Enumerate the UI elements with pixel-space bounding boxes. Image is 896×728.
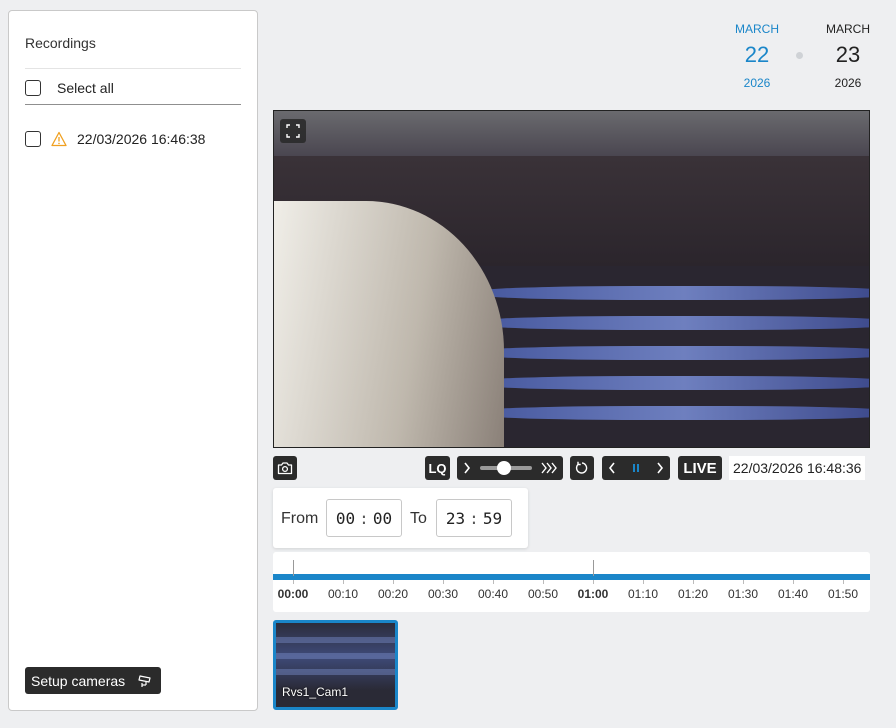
divider: [25, 104, 241, 105]
playback-nav: [602, 456, 670, 480]
divider: [25, 68, 241, 69]
thumbnail-image: [276, 637, 395, 643]
reload-button[interactable]: [570, 456, 594, 480]
from-time-input[interactable]: 00:00: [326, 499, 402, 537]
timeline-label: 01:50: [827, 587, 859, 601]
video-frame-region: [274, 111, 869, 156]
timeline-tick: [343, 580, 344, 584]
speed-control[interactable]: [457, 456, 563, 480]
date-month: MARCH: [826, 22, 870, 36]
setup-cameras-label: Setup cameras: [31, 672, 126, 689]
select-all-checkbox[interactable]: [25, 80, 41, 96]
timeline-tick: [843, 580, 844, 584]
thumbnail-image: [276, 669, 395, 675]
date-year: 2026: [834, 76, 862, 90]
fast-forward-icon: [541, 462, 557, 474]
timeline-recording-bar[interactable]: [273, 574, 870, 580]
timeline-label: 00:00: [277, 587, 309, 601]
timeline-tick: [393, 580, 394, 584]
date-day: 23: [835, 42, 861, 67]
current-timestamp: 22/03/2026 16:48:36: [729, 456, 866, 480]
recording-item[interactable]: 22/03/2026 16:46:38: [25, 129, 205, 149]
select-all-label: Select all: [57, 80, 114, 96]
date-option-selected[interactable]: MARCH 22 2026: [727, 22, 787, 90]
timeline-label: 01:20: [677, 587, 709, 601]
timeline-label: 00:20: [377, 587, 409, 601]
chevron-right-icon: [464, 462, 471, 474]
timeline-hour-marker: [293, 560, 294, 576]
camera-name: Rvs1_Cam1: [282, 685, 349, 699]
quality-button[interactable]: LQ: [425, 456, 450, 480]
recording-timestamp: 22/03/2026 16:46:38: [77, 131, 206, 147]
date-option-next[interactable]: MARCH 23 2026: [818, 22, 878, 90]
timeline-label: 01:10: [627, 587, 659, 601]
camera-icon: [277, 462, 293, 475]
video-frame-region: [474, 346, 869, 360]
date-day: 22: [744, 42, 770, 67]
to-minutes[interactable]: 59: [483, 509, 502, 528]
speed-slider-handle[interactable]: [497, 461, 511, 475]
to-hours[interactable]: 23: [446, 509, 465, 528]
timeline-label: 01:30: [727, 587, 759, 601]
setup-cameras-button[interactable]: Setup cameras: [25, 667, 162, 694]
time-range-filter: From 00:00 To 23:59: [273, 488, 528, 548]
thumbnail-image: [276, 653, 395, 659]
fullscreen-button[interactable]: [280, 119, 306, 143]
select-all-row[interactable]: Select all: [25, 78, 114, 98]
video-frame-region: [474, 376, 869, 390]
recordings-panel: Recordings Select all 22/03/2026 16:46:3…: [8, 10, 258, 711]
timeline-label: 00:10: [327, 587, 359, 601]
previous-icon[interactable]: [608, 462, 616, 474]
date-month: MARCH: [735, 22, 779, 36]
timeline-label: 00:40: [477, 587, 509, 601]
timeline-tick: [493, 580, 494, 584]
camera-thumbnail[interactable]: Rvs1_Cam1: [273, 620, 398, 710]
video-player[interactable]: [273, 110, 870, 448]
timeline-label: 01:40: [777, 587, 809, 601]
video-frame-region: [474, 406, 869, 420]
timeline-hour-marker: [593, 560, 594, 576]
timeline-label: 00:30: [427, 587, 459, 601]
cctv-camera-icon: [138, 674, 151, 687]
to-time-input[interactable]: 23:59: [436, 499, 512, 537]
live-button[interactable]: LIVE: [678, 456, 722, 480]
timeline-label: 01:00: [577, 587, 609, 601]
warning-icon: [51, 131, 67, 147]
recording-checkbox[interactable]: [25, 131, 41, 147]
from-minutes[interactable]: 00: [373, 509, 392, 528]
fullscreen-icon: [286, 124, 300, 138]
timeline[interactable]: 00:00 00:10 00:20 00:30 00:40 00:50 01:00 01:10…: [273, 552, 870, 612]
timeline-tick: [293, 580, 294, 584]
to-label: To: [410, 510, 427, 527]
timeline-tick: [643, 580, 644, 584]
timeline-tick: [743, 580, 744, 584]
date-separator: [796, 52, 803, 59]
pause-icon[interactable]: [631, 462, 641, 474]
timeline-tick: [443, 580, 444, 584]
speed-slider[interactable]: [480, 461, 532, 475]
timeline-tick: [693, 580, 694, 584]
timeline-tick: [793, 580, 794, 584]
snapshot-button[interactable]: [273, 456, 297, 480]
timeline-tick: [593, 580, 594, 584]
timeline-tick: [543, 580, 544, 584]
date-year: 2026: [743, 76, 771, 90]
reload-icon: [575, 461, 588, 474]
from-hours[interactable]: 00: [336, 509, 355, 528]
from-label: From: [281, 510, 319, 527]
video-frame-region: [474, 316, 869, 330]
video-frame-region: [474, 286, 869, 300]
timeline-label: 00:50: [527, 587, 559, 601]
panel-title: Recordings: [25, 35, 96, 51]
next-icon[interactable]: [656, 462, 664, 474]
